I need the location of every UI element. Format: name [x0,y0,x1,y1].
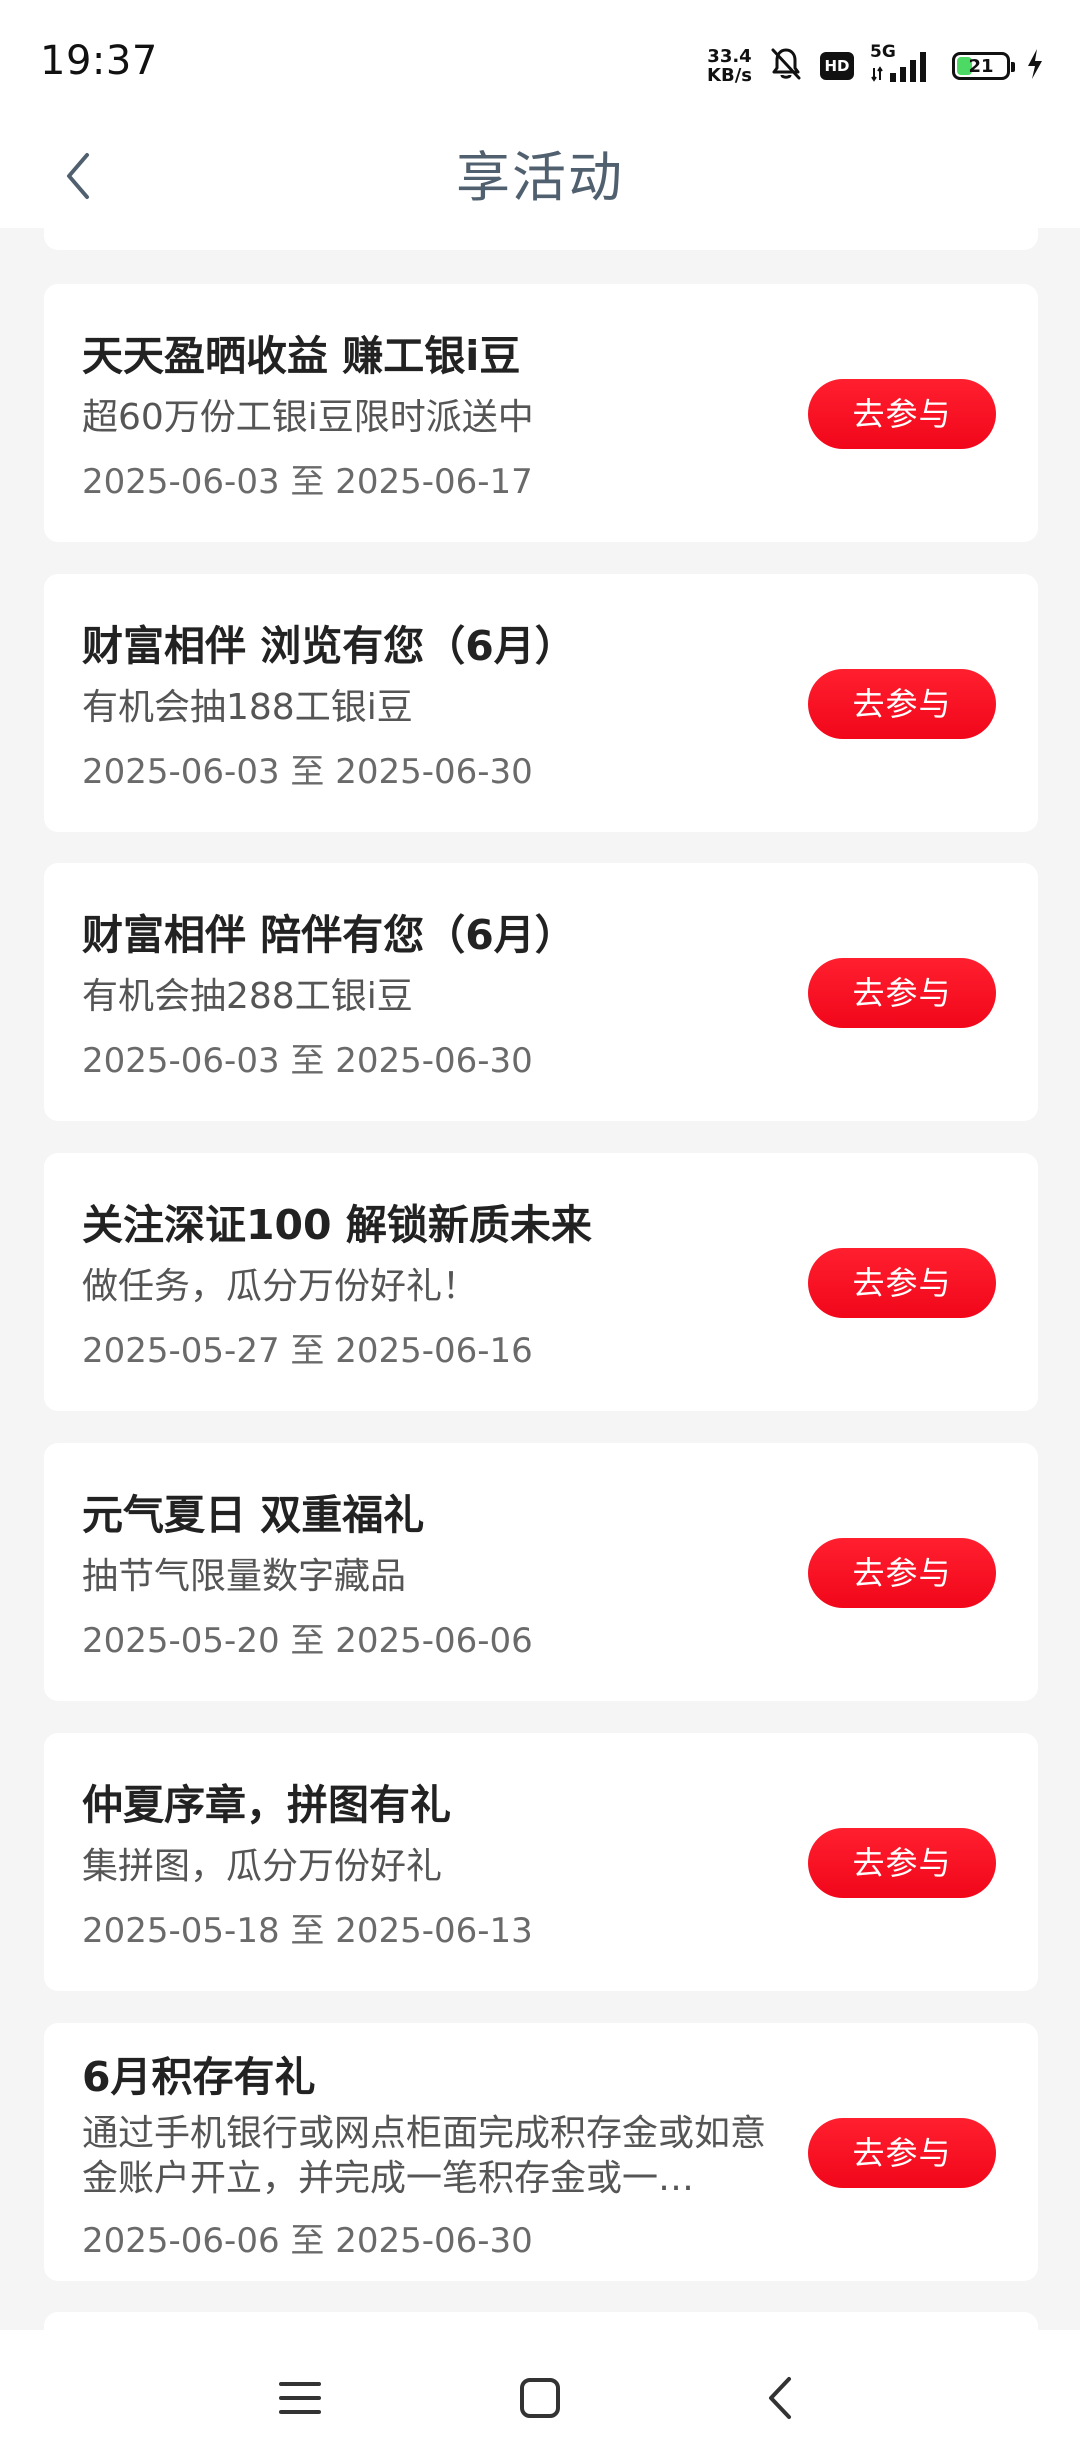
activity-card[interactable]: 关注深证100 解锁新质未来 做任务，瓜分万份好礼！ 2025-05-27 至 … [44,1153,1038,1411]
activity-date-range: 2025-05-20 至 2025-06-06 [82,1621,533,1661]
activity-description: 集拼图，瓜分万份好礼 [82,1846,443,1887]
page-header: 享活动 [0,128,1080,228]
join-button[interactable]: 去参与 [808,1828,996,1898]
activity-description: 做任务，瓜分万份好礼！ [82,1266,479,1307]
hd-badge: HD [820,52,854,80]
activity-title: 元气夏日 双重福礼 [82,1491,425,1539]
battery-icon: 21 [952,52,1015,80]
activity-card[interactable]: 财富相伴 陪伴有您（6月） 有机会抽288工银i豆 2025-06-03 至 2… [44,863,1038,1121]
activity-title: 天天盈晒收益 赚工银i豆 [82,332,521,380]
activity-title: 仲夏序章，拼图有礼 [82,1781,451,1829]
activity-date-range: 2025-06-03 至 2025-06-17 [82,462,533,502]
menu-icon [277,2378,323,2422]
activity-title: 关注深证100 解锁新质未来 [82,1201,592,1249]
activity-card[interactable]: 6月积存有礼 通过手机银行或网点柜面完成积存金或如意金账户开立，并完成一笔积存金… [44,2023,1038,2281]
page-title: 享活动 [456,146,624,209]
network-speed-value: 33.4 [707,46,752,67]
activity-card[interactable]: 财富相伴 浏览有您（6月） 有机会抽188工银i豆 2025-06-03 至 2… [44,574,1038,832]
network-speed-unit: KB/s [707,65,752,86]
activity-description: 超60万份工银i豆限时派送中 [82,397,534,438]
activity-description: 抽节气限量数字藏品 [82,1556,407,1597]
battery-level: 21 [968,55,994,77]
join-button[interactable]: 去参与 [808,958,996,1028]
activity-description: 有机会抽288工银i豆 [82,976,413,1017]
activity-description: 有机会抽188工银i豆 [82,687,413,728]
recent-apps-button[interactable] [260,2360,340,2440]
activity-title: 财富相伴 浏览有您（6月） [82,622,576,670]
join-button[interactable]: 去参与 [808,1248,996,1318]
home-button[interactable] [500,2360,580,2440]
activity-date-range: 2025-06-06 至 2025-06-30 [82,2221,533,2261]
signal-icon: 5G [870,42,936,86]
activity-description: 通过手机银行或网点柜面完成积存金或如意金账户开立，并完成一笔积存金或一… [82,2113,767,2199]
status-bar: 19:37 33.4 KB/s HD 5G 21 [0,0,1080,128]
square-home-icon [518,2376,562,2424]
activity-card[interactable]: 天天盈晒收益 赚工银i豆 超60万份工银i豆限时派送中 2025-06-03 至… [44,284,1038,542]
activity-card-partial-bottom [44,2312,1038,2330]
activity-date-range: 2025-06-03 至 2025-06-30 [82,1041,533,1081]
top-bar: 19:37 33.4 KB/s HD 5G 21 享活动 [0,0,1080,228]
activity-date-range: 2025-05-27 至 2025-06-16 [82,1331,533,1371]
join-button[interactable]: 去参与 [808,669,996,739]
activity-list[interactable]: 天天盈晒收益 赚工银i豆 超60万份工银i豆限时派送中 2025-06-03 至… [0,0,1080,2330]
join-button[interactable]: 去参与 [808,1538,996,1608]
status-icons: 33.4 KB/s HD 5G 21 [707,42,1044,88]
system-navigation-bar [0,2330,1080,2460]
activity-title: 6月积存有礼 [82,2053,316,2101]
activity-date-range: 2025-05-18 至 2025-06-13 [82,1911,533,1951]
activity-date-range: 2025-06-03 至 2025-06-30 [82,752,533,792]
charging-icon [1026,47,1044,85]
status-time: 19:37 [40,38,158,84]
activity-title: 财富相伴 陪伴有您（6月） [82,911,576,959]
join-button[interactable]: 去参与 [808,379,996,449]
network-speed: 33.4 KB/s [707,47,752,85]
chevron-left-icon [765,2375,795,2425]
join-button[interactable]: 去参与 [808,2118,996,2188]
system-back-button[interactable] [740,2360,820,2440]
activity-card[interactable]: 仲夏序章，拼图有礼 集拼图，瓜分万份好礼 2025-05-18 至 2025-0… [44,1733,1038,1991]
activity-card[interactable]: 元气夏日 双重福礼 抽节气限量数字藏品 2025-05-20 至 2025-06… [44,1443,1038,1701]
bell-muted-icon [768,46,804,86]
